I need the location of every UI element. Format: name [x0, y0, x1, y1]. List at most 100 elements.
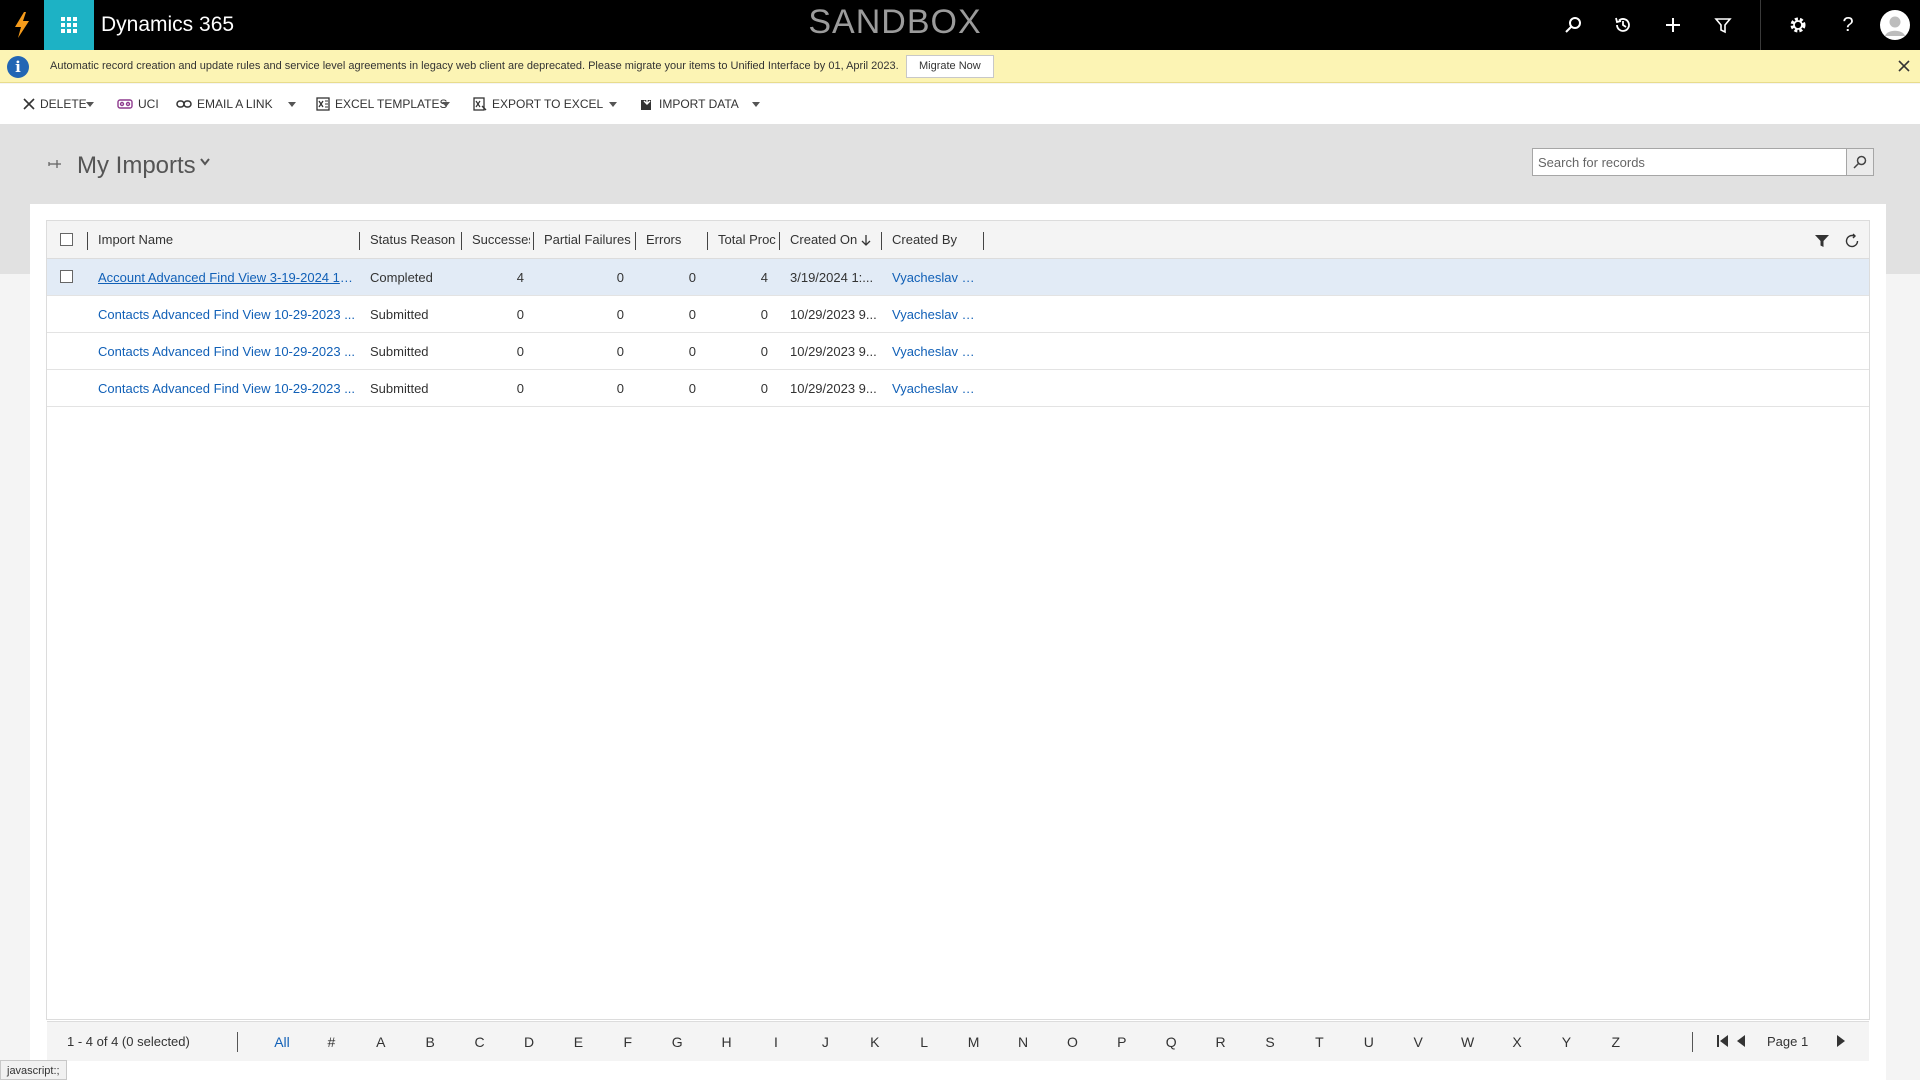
letter-filter-o[interactable]: O: [1057, 1022, 1087, 1062]
cell-created-on: 10/29/2023 9...: [790, 307, 877, 322]
user-avatar-icon[interactable]: [1870, 0, 1920, 50]
grid-filter-icon[interactable]: [1811, 230, 1833, 252]
letter-filter-number[interactable]: #: [316, 1022, 346, 1062]
export-to-excel-label: EXPORT TO EXCEL: [492, 97, 604, 111]
letter-filter-f[interactable]: F: [613, 1022, 643, 1062]
delete-button[interactable]: DELETE: [23, 84, 87, 124]
letter-filter-u[interactable]: U: [1354, 1022, 1384, 1062]
select-all-checkbox[interactable]: [60, 233, 73, 246]
next-page-icon[interactable]: [1837, 1034, 1845, 1048]
column-header-errors[interactable]: Errors: [646, 221, 706, 259]
previous-page-icon[interactable]: [1737, 1034, 1745, 1048]
filter-icon[interactable]: [1698, 0, 1748, 50]
view-selector-chevron-down-icon[interactable]: [200, 158, 210, 166]
column-header-import-name[interactable]: Import Name: [98, 221, 358, 259]
cell-created-on: 10/29/2023 9...: [790, 381, 877, 396]
table-row[interactable]: Account Advanced Find View 3-19-2024 12.…: [47, 259, 1869, 296]
migrate-now-button[interactable]: Migrate Now: [906, 55, 994, 78]
column-header-successes[interactable]: Successes: [472, 221, 530, 259]
close-icon[interactable]: [1894, 56, 1914, 76]
excel-templates-button[interactable]: EXCEL TEMPLATES: [316, 84, 447, 124]
column-header-created-on[interactable]: Created On: [790, 221, 860, 259]
letter-filter-w[interactable]: W: [1453, 1022, 1483, 1062]
delete-dropdown-chevron-icon[interactable]: [86, 84, 94, 124]
column-header-created-by[interactable]: Created By: [892, 221, 982, 259]
delete-label: DELETE: [40, 97, 87, 111]
email-link-label: EMAIL A LINK: [197, 97, 273, 111]
history-icon[interactable]: [1598, 0, 1648, 50]
delete-x-icon: [23, 98, 35, 110]
letter-filter-k[interactable]: K: [860, 1022, 890, 1062]
letter-filter-l[interactable]: L: [909, 1022, 939, 1062]
search-input[interactable]: [1532, 148, 1847, 176]
cell-import-name[interactable]: Contacts Advanced Find View 10-29-2023 .…: [98, 296, 356, 333]
cell-import-name[interactable]: Account Advanced Find View 3-19-2024 12.…: [98, 259, 356, 296]
plus-icon[interactable]: [1648, 0, 1698, 50]
letter-filter-g[interactable]: G: [662, 1022, 692, 1062]
help-icon[interactable]: ?: [1823, 0, 1873, 50]
letter-filter-t[interactable]: T: [1304, 1022, 1334, 1062]
letter-filter-b[interactable]: B: [415, 1022, 445, 1062]
footer-divider: [237, 1032, 238, 1052]
email-link-dropdown-chevron-icon[interactable]: [288, 84, 296, 124]
letter-filter-i[interactable]: I: [761, 1022, 791, 1062]
cell-created-by[interactable]: Vyacheslav K...: [892, 370, 980, 407]
letter-filter-d[interactable]: D: [514, 1022, 544, 1062]
letter-filter-v[interactable]: V: [1403, 1022, 1433, 1062]
uci-button[interactable]: UCI: [117, 84, 159, 124]
letter-filter-z[interactable]: Z: [1601, 1022, 1631, 1062]
table-row[interactable]: Contacts Advanced Find View 10-29-2023 .…: [47, 296, 1869, 333]
letter-filter-r[interactable]: R: [1206, 1022, 1236, 1062]
column-header-partial-failures[interactable]: Partial Failures: [544, 221, 632, 259]
cell-import-name[interactable]: Contacts Advanced Find View 10-29-2023 .…: [98, 370, 356, 407]
import-data-dropdown-chevron-icon[interactable]: [752, 84, 760, 124]
letter-filter-c[interactable]: C: [465, 1022, 495, 1062]
letter-filter-a[interactable]: A: [366, 1022, 396, 1062]
letter-filter-s[interactable]: S: [1255, 1022, 1285, 1062]
page-title[interactable]: My Imports: [77, 150, 196, 182]
column-divider: [461, 232, 462, 250]
letter-filter-all[interactable]: All: [267, 1022, 297, 1062]
search-records-button[interactable]: [1846, 148, 1874, 176]
first-page-icon[interactable]: [1717, 1034, 1728, 1048]
row-checkbox[interactable]: [60, 270, 73, 283]
cell-created-by[interactable]: Vyacheslav K...: [892, 333, 980, 370]
search-icon[interactable]: [1548, 0, 1598, 50]
gear-icon[interactable]: [1773, 0, 1823, 50]
cell-total-processed: 0: [760, 344, 768, 359]
excel-templates-dropdown-chevron-icon[interactable]: [442, 84, 450, 124]
email-link-button[interactable]: EMAIL A LINK: [176, 84, 273, 124]
letter-filter-e[interactable]: E: [563, 1022, 593, 1062]
letter-filter-m[interactable]: M: [959, 1022, 989, 1062]
pin-icon[interactable]: [48, 157, 62, 171]
export-to-excel-button[interactable]: EXPORT TO EXCEL: [473, 84, 603, 124]
letter-filter-p[interactable]: P: [1107, 1022, 1137, 1062]
cell-total-processed: 4: [760, 270, 768, 285]
column-header-total-processed[interactable]: Total Proc: [718, 221, 778, 259]
cell-total-processed: 0: [760, 307, 768, 322]
import-data-icon: [640, 97, 654, 111]
table-row[interactable]: Contacts Advanced Find View 10-29-2023 .…: [47, 333, 1869, 370]
cell-created-by[interactable]: Vyacheslav K...: [892, 259, 980, 296]
cell-successes: 0: [516, 344, 524, 359]
letter-filter-y[interactable]: Y: [1551, 1022, 1581, 1062]
letter-filter-q[interactable]: Q: [1156, 1022, 1186, 1062]
nav-divider: [1760, 0, 1761, 50]
letter-filter-j[interactable]: J: [810, 1022, 840, 1062]
footer-divider: [1692, 1032, 1693, 1052]
letter-filter-x[interactable]: X: [1502, 1022, 1532, 1062]
cell-errors: 0: [688, 307, 696, 322]
letter-filter-n[interactable]: N: [1008, 1022, 1038, 1062]
sort-descending-arrow-icon[interactable]: [861, 234, 871, 246]
letter-filter-h[interactable]: H: [712, 1022, 742, 1062]
cell-status-reason: Completed: [370, 270, 433, 285]
notification-text: Automatic record creation and update rul…: [50, 60, 899, 72]
import-data-button[interactable]: IMPORT DATA: [640, 84, 739, 124]
cell-status-reason: Submitted: [370, 381, 429, 396]
table-row[interactable]: Contacts Advanced Find View 10-29-2023 .…: [47, 370, 1869, 407]
export-excel-dropdown-chevron-icon[interactable]: [609, 84, 617, 124]
cell-created-by[interactable]: Vyacheslav K...: [892, 296, 980, 333]
cell-import-name[interactable]: Contacts Advanced Find View 10-29-2023 .…: [98, 333, 356, 370]
column-header-status-reason[interactable]: Status Reason: [370, 221, 460, 259]
refresh-icon[interactable]: [1841, 230, 1863, 252]
